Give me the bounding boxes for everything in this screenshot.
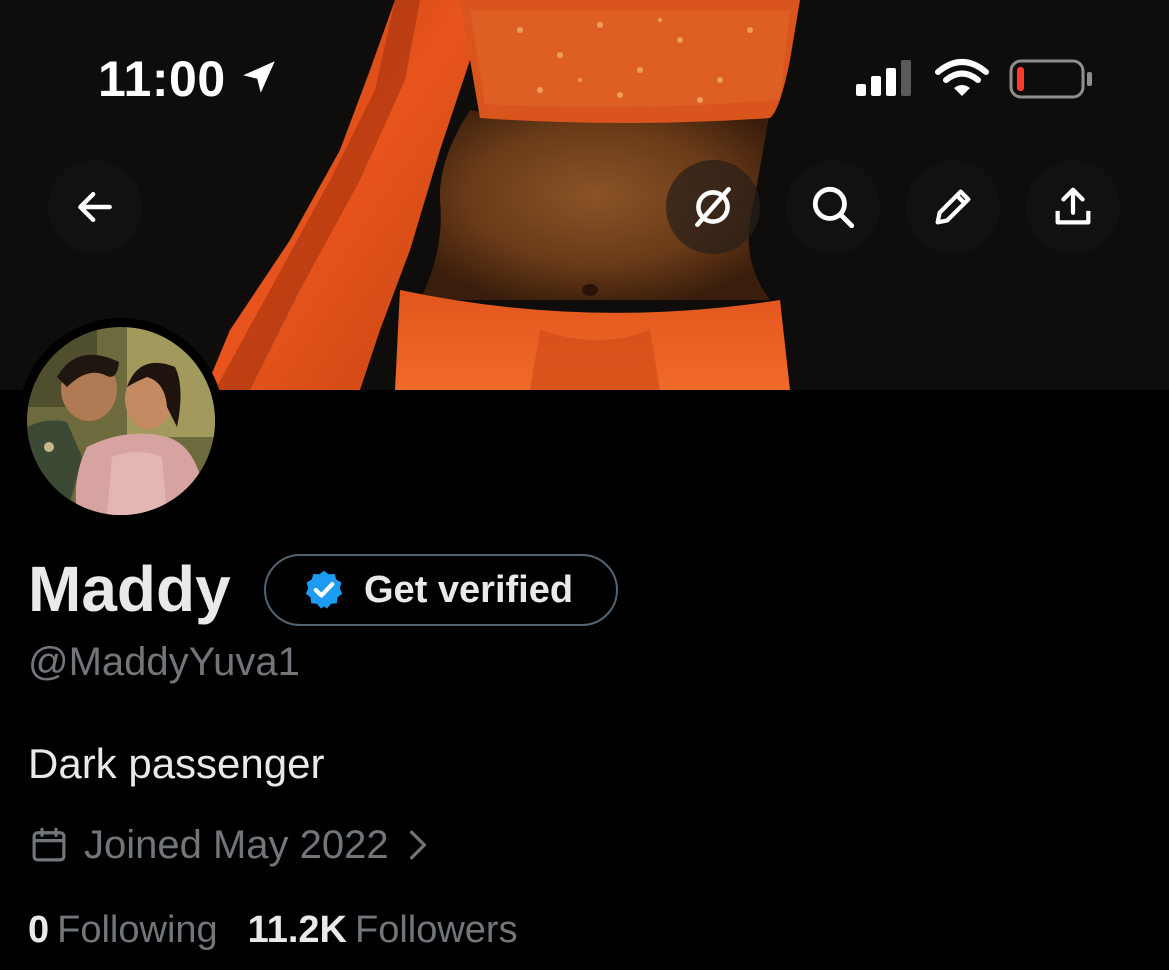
get-verified-label: Get verified [364,568,574,611]
calendar-icon [28,824,70,866]
display-name: Maddy [28,553,231,625]
user-handle: @MaddyYuva1 [28,640,300,684]
get-verified-button[interactable]: Get verified [264,554,618,626]
follow-stats: 0 Following 11.2K Followers [28,906,548,954]
followers-label: Followers [354,909,518,951]
joined-date-row[interactable]: Joined May 2022 [28,822,429,868]
grok-icon [695,187,731,227]
battery-low-icon [1008,58,1094,105]
profile-bio: Dark passenger [28,740,325,787]
grok-button[interactable] [666,160,760,254]
edit-pencil-icon [935,189,971,225]
following-link[interactable]: 0 Following [28,906,218,954]
profile-screen: 11:00 Maddy Get verified @MaddyYuva1 Dar… [0,0,1169,970]
location-arrow-icon [238,56,280,103]
back-arrow-icon [78,191,112,223]
cellular-signal-icon [856,58,914,103]
verified-badge-icon [302,568,346,612]
share-icon [1055,187,1091,225]
avatar[interactable] [27,327,215,515]
status-time: 11:00 [98,51,226,107]
share-button[interactable] [1026,160,1120,254]
following-label: Following [57,909,218,951]
search-icon [812,186,855,229]
chevron-right-icon [407,829,429,861]
joined-date-text: Joined May 2022 [84,822,389,867]
followers-link[interactable]: 11.2K Followers [248,906,518,954]
search-button[interactable] [786,160,880,254]
avatar-image [27,327,215,515]
edit-button[interactable] [906,160,1000,254]
back-button[interactable] [48,160,142,254]
followers-count: 11.2K [247,909,347,951]
following-count: 0 [28,909,50,951]
wifi-icon [935,58,989,103]
